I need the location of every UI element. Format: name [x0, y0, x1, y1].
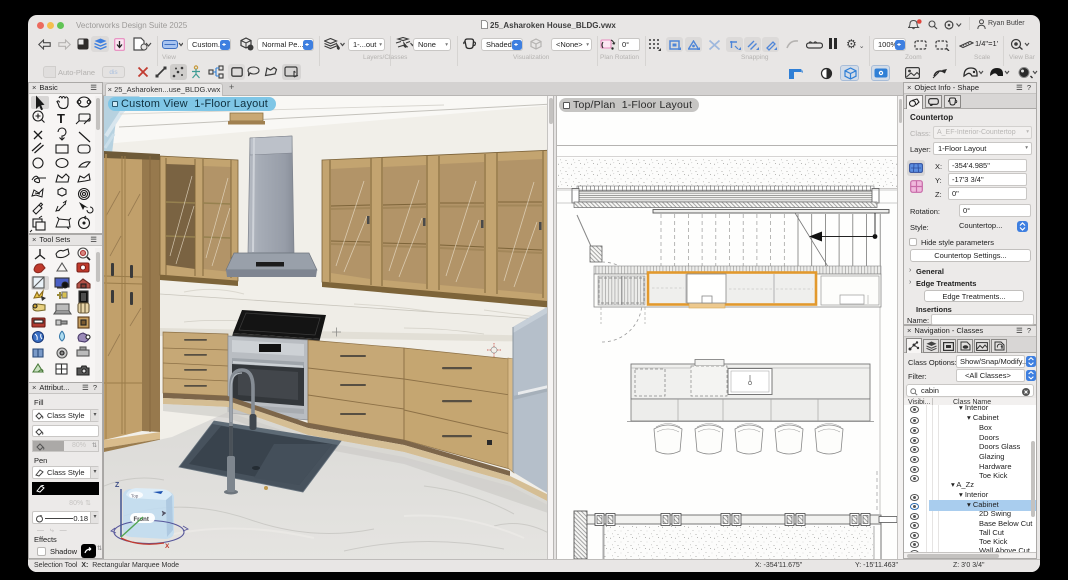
- svg-text:X: X: [165, 543, 170, 550]
- svg-text:T: T: [57, 111, 65, 126]
- svg-text:Z: Z: [115, 482, 120, 489]
- svg-text:Top: Top: [131, 494, 139, 499]
